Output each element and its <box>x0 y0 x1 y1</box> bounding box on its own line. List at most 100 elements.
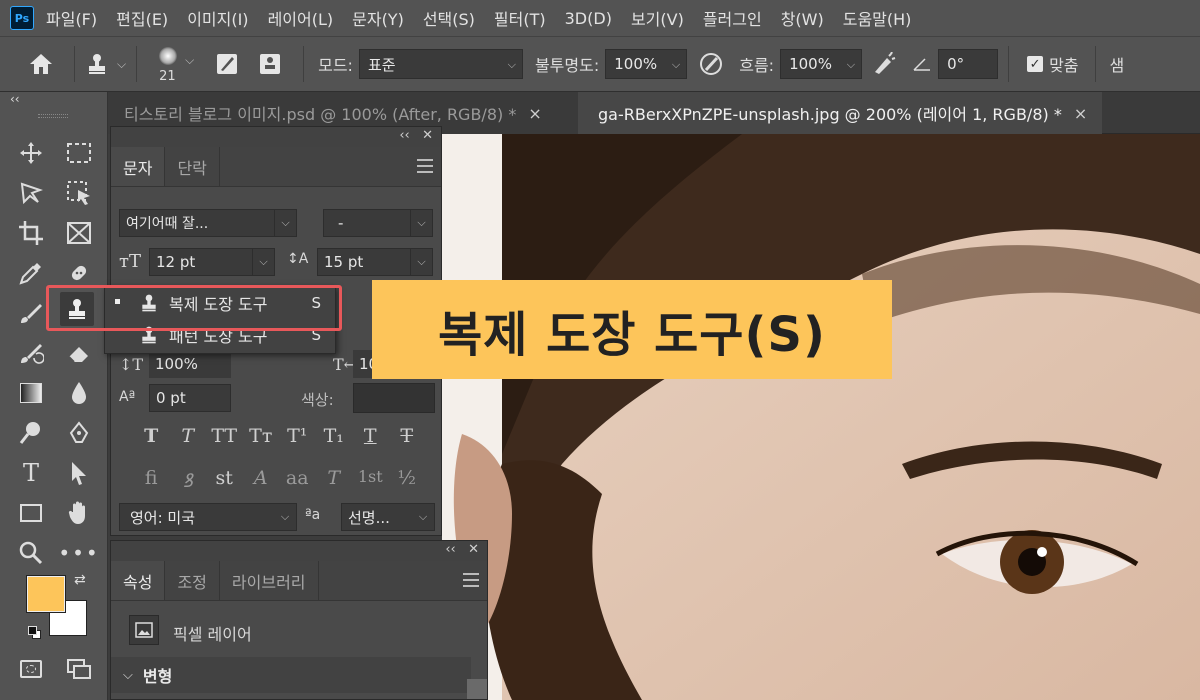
mode-select[interactable]: 표준 ⌵ <box>358 49 523 79</box>
aligned-checkbox[interactable]: ✓ <box>1027 56 1044 72</box>
screen-mode-icon[interactable] <box>62 652 96 686</box>
tab-libraries[interactable]: 라이브러리 <box>220 561 319 600</box>
gradient-tool-icon[interactable] <box>14 376 48 410</box>
marquee-tool-icon[interactable] <box>62 136 96 170</box>
collapse-icon[interactable]: ‹‹ <box>10 92 20 106</box>
panel-scrollbar[interactable] <box>467 679 487 699</box>
tab-paragraph[interactable]: 단락 <box>165 147 220 186</box>
zoom-tool-icon[interactable] <box>14 536 48 570</box>
opentype-buttons: fi ꝸ st A aa T 1st ½ <box>133 467 425 493</box>
text-color-swatch[interactable] <box>353 383 435 413</box>
menu-bar: Ps 파일(F) 편집(E) 이미지(I) 레이어(L) 문자(Y) 선택(S)… <box>0 0 1200 36</box>
titling-button[interactable]: T <box>316 467 353 493</box>
swash-button[interactable]: A <box>243 467 280 493</box>
language-value: 영어: 미국 <box>130 508 196 527</box>
menu-select[interactable]: 선택(S) <box>423 6 475 30</box>
menu-filter[interactable]: 필터(T) <box>494 6 546 30</box>
menu-3d[interactable]: 3D(D) <box>565 9 612 28</box>
menu-type[interactable]: 문자(Y) <box>352 6 404 30</box>
tab-character[interactable]: 문자 <box>111 147 166 186</box>
menu-edit[interactable]: 편집(E) <box>116 6 168 30</box>
opacity-input[interactable]: 100% ⌵ <box>605 49 688 79</box>
ligatures-button[interactable]: fi <box>133 467 170 493</box>
transform-section-header[interactable]: ⌵ 변형 <box>111 657 471 693</box>
small-caps-button[interactable]: Tт <box>243 425 280 447</box>
brush-settings-icon[interactable] <box>207 52 247 76</box>
eyedropper-tool-icon[interactable] <box>14 256 48 290</box>
vertical-scale-input[interactable]: 100% <box>149 350 231 378</box>
font-style-select[interactable]: - ⌵ <box>323 209 433 237</box>
brush-size-value: 21 <box>159 69 176 84</box>
baseline-shift-input[interactable]: 0 pt <box>149 384 231 412</box>
menu-plugins[interactable]: 플러그인 <box>703 6 762 30</box>
close-icon[interactable]: × <box>528 104 541 123</box>
underline-button[interactable]: T <box>352 425 389 447</box>
tab-unsplash-image[interactable]: ga-RBerxXPnZPE-unsplash.jpg @ 200% (레이어 … <box>578 92 1102 134</box>
menu-image[interactable]: 이미지(I) <box>187 6 248 30</box>
font-family-select[interactable]: 여기어때 잘... ⌵ <box>119 209 297 237</box>
leading-input[interactable]: 15 pt ⌵ <box>317 248 433 276</box>
crop-tool-icon[interactable] <box>14 216 48 250</box>
font-size-input[interactable]: 12 pt ⌵ <box>149 248 275 276</box>
history-brush-tool-icon[interactable] <box>14 336 48 370</box>
menu-layer[interactable]: 레이어(L) <box>268 6 334 30</box>
baseline-shift-value: 0 pt <box>156 389 186 407</box>
grip-handle[interactable] <box>38 114 68 118</box>
airbrush-icon[interactable] <box>862 52 906 76</box>
menu-help[interactable]: 도움말(H) <box>843 6 912 30</box>
menu-view[interactable]: 보기(V) <box>631 6 684 30</box>
move-tool-icon[interactable] <box>14 136 48 170</box>
sample-label: 샘 <box>1109 56 1125 75</box>
all-caps-button[interactable]: TT <box>206 425 243 447</box>
foreground-color-swatch[interactable] <box>26 575 66 613</box>
lasso-tool-icon[interactable] <box>14 176 48 210</box>
swap-colors-icon[interactable]: ⇄ <box>74 572 86 588</box>
type-tool-icon[interactable]: T <box>14 456 48 490</box>
flow-input[interactable]: 100% ⌵ <box>780 49 863 79</box>
tab-adjustments[interactable]: 조정 <box>165 561 220 600</box>
eraser-tool-icon[interactable] <box>62 336 96 370</box>
panel-header: ‹‹ ✕ <box>111 541 487 561</box>
menu-window[interactable]: 창(W) <box>781 6 824 30</box>
discretionary-ligatures-button[interactable]: ꝸ <box>170 467 207 493</box>
angle-input[interactable]: 0° <box>938 49 999 79</box>
more-tools-icon[interactable]: ••• <box>58 536 97 570</box>
frame-tool-icon[interactable] <box>62 216 96 250</box>
brush-tool-icon[interactable] <box>14 296 48 330</box>
strikethrough-button[interactable]: T <box>389 425 426 447</box>
path-select-tool-icon[interactable] <box>62 456 96 490</box>
chevron-down-icon: ⌵ <box>507 58 516 71</box>
blur-tool-icon[interactable] <box>62 376 96 410</box>
panel-menu-icon[interactable] <box>463 573 479 587</box>
divider <box>1094 46 1096 82</box>
superscript-button[interactable]: T¹ <box>279 425 316 447</box>
quick-mask-icon[interactable] <box>14 652 48 686</box>
home-icon[interactable] <box>18 52 64 76</box>
pressure-opacity-icon[interactable] <box>687 51 735 77</box>
stylistic-alternates-button[interactable]: aa <box>279 467 316 493</box>
old-style-button[interactable]: st <box>206 467 243 493</box>
panel-menu-icon[interactable] <box>417 159 433 173</box>
ordinals-button[interactable]: 1st <box>352 467 389 493</box>
document-canvas[interactable] <box>442 134 1200 700</box>
rectangle-tool-icon[interactable] <box>14 496 48 530</box>
faux-bold-button[interactable]: T <box>133 425 170 447</box>
object-select-tool-icon[interactable] <box>62 176 96 210</box>
tool-preset-picker[interactable]: ⌵ <box>85 52 126 76</box>
faux-italic-button[interactable]: T <box>170 425 207 447</box>
language-select[interactable]: 영어: 미국 ⌵ <box>119 503 297 531</box>
fractions-button[interactable]: ½ <box>389 467 426 493</box>
close-icon[interactable]: × <box>1074 104 1087 123</box>
menu-file[interactable]: 파일(F) <box>46 6 97 30</box>
panel-controls[interactable]: ‹‹ ✕ <box>445 542 479 557</box>
hand-tool-icon[interactable] <box>62 496 96 530</box>
brush-size-picker[interactable]: 21 ⌵ <box>147 39 207 89</box>
default-colors-icon[interactable] <box>28 626 42 640</box>
subscript-button[interactable]: T₁ <box>316 425 353 447</box>
tab-properties[interactable]: 속성 <box>111 561 166 600</box>
dodge-tool-icon[interactable] <box>14 416 48 450</box>
antialias-select[interactable]: 선명... ⌵ <box>341 503 435 531</box>
pen-tool-icon[interactable] <box>62 416 96 450</box>
panel-controls[interactable]: ‹‹ ✕ <box>399 128 433 143</box>
clone-source-icon[interactable] <box>247 52 293 76</box>
